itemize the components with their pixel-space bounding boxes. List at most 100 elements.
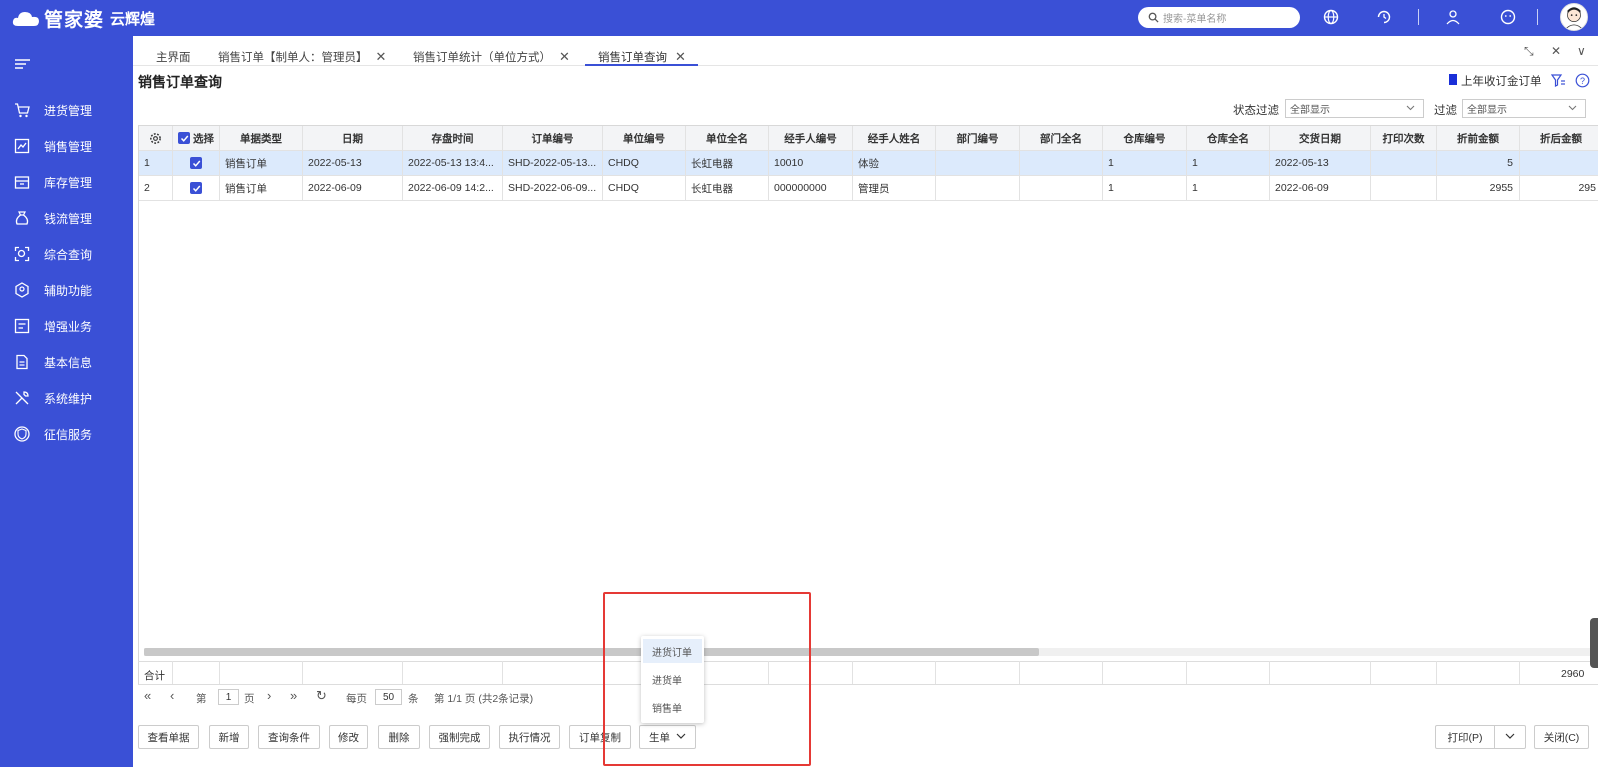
next-page-icon[interactable]: ›: [267, 688, 271, 703]
legend-color-swatch: [1449, 74, 1457, 85]
side-panel-handle[interactable]: [1590, 618, 1598, 668]
horizontal-scrollbar[interactable]: [144, 648, 1598, 656]
user-service-icon[interactable]: [1444, 8, 1462, 26]
filter-label: 过滤: [1434, 105, 1457, 117]
cell-handler-name: 体验: [853, 151, 936, 176]
header-date[interactable]: 日期: [303, 126, 403, 151]
tab-sales-order-stats[interactable]: 销售订单统计（单位方式） ✕: [413, 48, 570, 66]
print-options-button[interactable]: [1494, 725, 1526, 749]
tab-sales-order[interactable]: 销售订单【制单人：管理员】 ✕: [218, 48, 386, 66]
close-icon[interactable]: ✕: [559, 49, 570, 65]
header-warehouse-name[interactable]: 仓库全名: [1187, 126, 1270, 151]
filter-settings-icon[interactable]: [1550, 73, 1566, 88]
divider: [1537, 9, 1538, 25]
header-handler-no[interactable]: 经手人编号: [769, 126, 853, 151]
prev-page-icon[interactable]: ‹: [170, 688, 174, 703]
per-page-unit: 条: [408, 693, 419, 705]
sidebar-item-auxiliary[interactable]: 辅助功能: [0, 272, 133, 308]
delete-button[interactable]: 删除: [378, 725, 420, 749]
tab-home[interactable]: 主界面: [156, 48, 191, 66]
header-saved-time[interactable]: 存盘时间: [403, 126, 503, 151]
history-icon[interactable]: [1375, 8, 1393, 26]
header-handler-name[interactable]: 经手人姓名: [853, 126, 936, 151]
menu-collapse-icon[interactable]: [15, 58, 30, 70]
globe-icon[interactable]: [1322, 8, 1340, 26]
view-document-button[interactable]: 查看单据: [138, 725, 199, 749]
help-icon[interactable]: ?: [1575, 73, 1590, 88]
row-select-cell[interactable]: [173, 176, 220, 201]
divider: [302, 661, 303, 684]
svg-text:?: ?: [1580, 76, 1585, 86]
sidebar-item-label: 征信服务: [44, 427, 93, 442]
edit-button[interactable]: 修改: [329, 725, 368, 749]
column-settings-icon[interactable]: [139, 126, 173, 151]
header-print-count[interactable]: 打印次数: [1371, 126, 1437, 151]
generate-doc-button[interactable]: 生单: [639, 725, 696, 749]
row-checkbox[interactable]: [190, 157, 202, 169]
menu-search-input[interactable]: 搜索-菜单名称: [1138, 7, 1300, 28]
header-unit-no[interactable]: 单位编号: [603, 126, 686, 151]
select-all-checkbox[interactable]: [178, 132, 190, 144]
sidebar-item-credit[interactable]: 征信服务: [0, 416, 133, 452]
per-page-input[interactable]: 50: [375, 689, 402, 705]
sidebar-item-cashflow[interactable]: 钱流管理: [0, 200, 133, 236]
header-dept-no[interactable]: 部门编号: [936, 126, 1020, 151]
fullscreen-icon[interactable]: ⤡: [1524, 44, 1534, 59]
close-icon[interactable]: ✕: [675, 49, 686, 65]
chevron-down-icon: [1568, 103, 1577, 112]
page-number-input[interactable]: 1: [218, 689, 239, 705]
force-complete-button[interactable]: 强制完成: [429, 725, 490, 749]
help-chat-icon[interactable]: [1499, 8, 1517, 26]
user-avatar[interactable]: [1560, 3, 1588, 31]
divider: [1186, 661, 1187, 684]
header-doc-type[interactable]: 单据类型: [220, 126, 303, 151]
refresh-icon[interactable]: ↻: [316, 688, 327, 704]
execution-status-button[interactable]: 执行情况: [499, 725, 560, 749]
scrollbar-thumb[interactable]: [144, 648, 1039, 656]
table-row[interactable]: 1 销售订单 2022-05-13 2022-05-13 13:4... SHD…: [139, 151, 1598, 176]
menu-item-purchase-order[interactable]: 进货订单: [643, 639, 702, 663]
status-filter-select[interactable]: 全部显示: [1285, 99, 1424, 118]
sidebar-item-purchase[interactable]: 进货管理: [0, 92, 133, 128]
new-button[interactable]: 新增: [209, 725, 249, 749]
header-order-no[interactable]: 订单编号: [503, 126, 603, 151]
cell-dept-no: [936, 151, 1020, 176]
header-pre-discount[interactable]: 折前金额: [1437, 126, 1520, 151]
sidebar-item-query[interactable]: 综合查询: [0, 236, 133, 272]
window-icon: [13, 317, 31, 335]
close-all-icon[interactable]: ✕: [1551, 44, 1561, 58]
menu-item-purchase-doc[interactable]: 进货单: [643, 667, 702, 691]
sidebar-item-sales[interactable]: 销售管理: [0, 128, 133, 164]
divider: [1102, 661, 1103, 684]
menu-item-sales-doc[interactable]: 销售单: [643, 695, 702, 719]
last-page-icon[interactable]: »: [290, 688, 297, 703]
close-button[interactable]: 关闭(C): [1534, 725, 1589, 749]
tab-label: 销售订单查询: [598, 52, 667, 64]
cell-warehouse-no: 1: [1103, 151, 1187, 176]
chevron-down-icon[interactable]: ∨: [1577, 44, 1586, 58]
header-warehouse-no[interactable]: 仓库编号: [1103, 126, 1187, 151]
first-page-icon[interactable]: «: [144, 688, 151, 703]
sidebar-item-inventory[interactable]: 库存管理: [0, 164, 133, 200]
header-delivery-date[interactable]: 交货日期: [1270, 126, 1371, 151]
cell-handler-name: 管理员: [853, 176, 936, 201]
print-button[interactable]: 打印(P): [1435, 725, 1495, 749]
table-row[interactable]: 2 销售订单 2022-06-09 2022-06-09 14:2... SHD…: [139, 176, 1598, 201]
header-unit-name[interactable]: 单位全名: [686, 126, 769, 151]
row-select-cell[interactable]: [173, 151, 220, 176]
sidebar-item-system[interactable]: 系统维护: [0, 380, 133, 416]
copy-order-button[interactable]: 订单复制: [569, 725, 631, 749]
header-post-discount[interactable]: 折后金额: [1520, 126, 1598, 151]
close-icon[interactable]: ✕: [376, 49, 387, 65]
sidebar-item-basic-info[interactable]: 基本信息: [0, 344, 133, 380]
cell-doc-type: 销售订单: [220, 176, 303, 201]
row-checkbox[interactable]: [190, 182, 202, 194]
sidebar-item-enhanced[interactable]: 增强业务: [0, 308, 133, 344]
cell-dept-name: [1020, 151, 1103, 176]
header-select[interactable]: 选择: [173, 126, 220, 151]
cell-handler-no: 10010: [769, 151, 853, 176]
filter-select[interactable]: 全部显示: [1462, 99, 1586, 118]
query-conditions-button[interactable]: 查询条件: [258, 725, 320, 749]
sidebar-item-label: 基本信息: [44, 355, 93, 370]
header-dept-name[interactable]: 部门全名: [1020, 126, 1103, 151]
